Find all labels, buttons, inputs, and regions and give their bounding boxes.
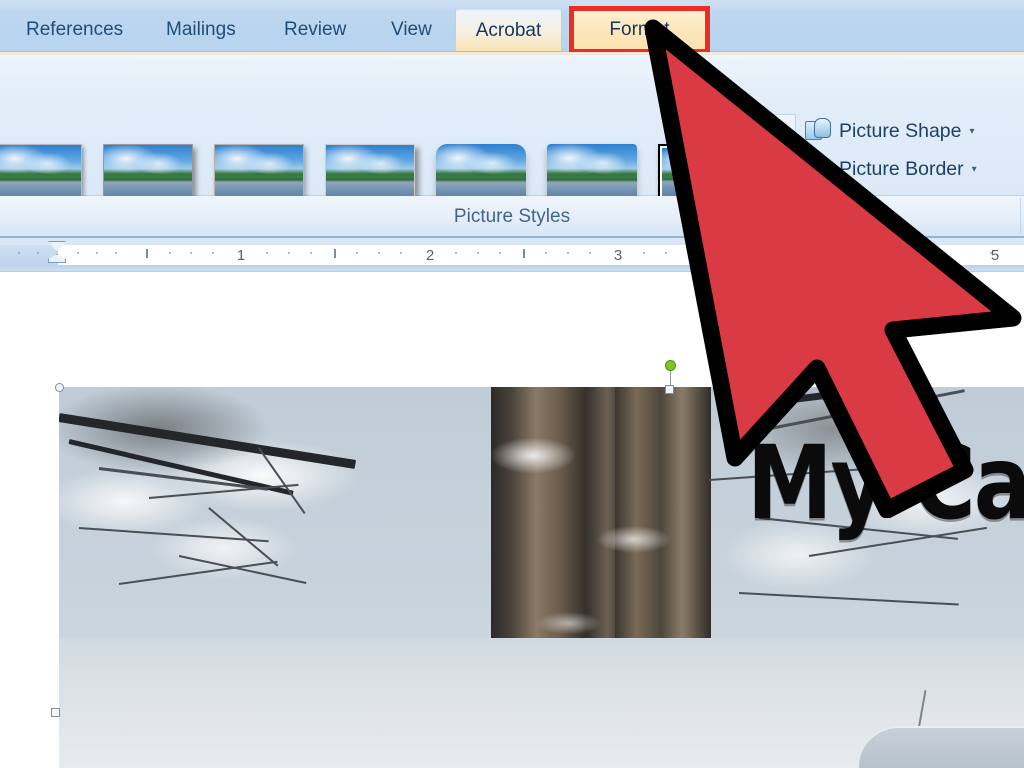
ribbon-group-strip: Picture Styles: [0, 196, 1024, 412]
picture-overlay-text: My Car!: [747, 425, 1024, 543]
picture-shape-icon: [803, 117, 833, 145]
picture-styles-group-label: Picture Styles: [453, 206, 571, 227]
picture-border-icon: [803, 155, 833, 183]
document-page[interactable]: My Car!: [0, 272, 1024, 768]
ruler-number: 1: [236, 247, 246, 264]
rotation-handle[interactable]: [665, 360, 676, 371]
picture-border-label: Picture Border: [839, 157, 964, 180]
chevron-down-icon[interactable]: ▾: [972, 164, 977, 175]
horizontal-ruler[interactable]: 1 2 3 5: [0, 238, 1024, 272]
selection-handle-top-center[interactable]: [665, 385, 674, 394]
picture-border-button[interactable]: Picture Border ▾: [803, 150, 1018, 188]
tab-format[interactable]: Format: [574, 11, 705, 49]
tab-acrobat[interactable]: Acrobat: [455, 9, 562, 51]
selection-handle-middle-left[interactable]: [51, 708, 60, 717]
tab-review[interactable]: Review: [270, 9, 360, 51]
gallery-scroll-buttons[interactable]: ▲ ▼: [768, 114, 796, 170]
selected-picture[interactable]: My Car!: [59, 387, 1024, 768]
selection-handle-top-left[interactable]: [55, 383, 64, 392]
tab-view[interactable]: View: [377, 9, 446, 51]
ribbon-tab-bar: References Mailings Review View Acrobat …: [0, 0, 1024, 54]
tab-mailings[interactable]: Mailings: [152, 9, 250, 51]
picture-shape-label: Picture Shape: [839, 119, 962, 142]
ruler-track: [0, 245, 1024, 265]
photo-left-canopy: [59, 387, 389, 647]
tab-references[interactable]: References: [12, 9, 137, 51]
ruler-number: 5: [990, 247, 1000, 264]
photo-car: [859, 726, 1024, 768]
ribbon-panel-picture-tools: ▲ ▼ Picture Shape ▾ Picture Border ▾ Pic…: [0, 52, 1024, 220]
ruler-number: 2: [425, 247, 435, 264]
ruler-bottom-edge: [0, 265, 1024, 271]
scroll-down-icon[interactable]: ▼: [768, 141, 796, 169]
tab-format-highlight-box: Format: [569, 6, 710, 54]
picture-shape-button[interactable]: Picture Shape ▾: [803, 112, 1018, 150]
ruler-number: 3: [613, 247, 623, 264]
scroll-up-icon[interactable]: ▲: [768, 114, 796, 142]
chevron-down-icon[interactable]: ▾: [970, 126, 975, 137]
